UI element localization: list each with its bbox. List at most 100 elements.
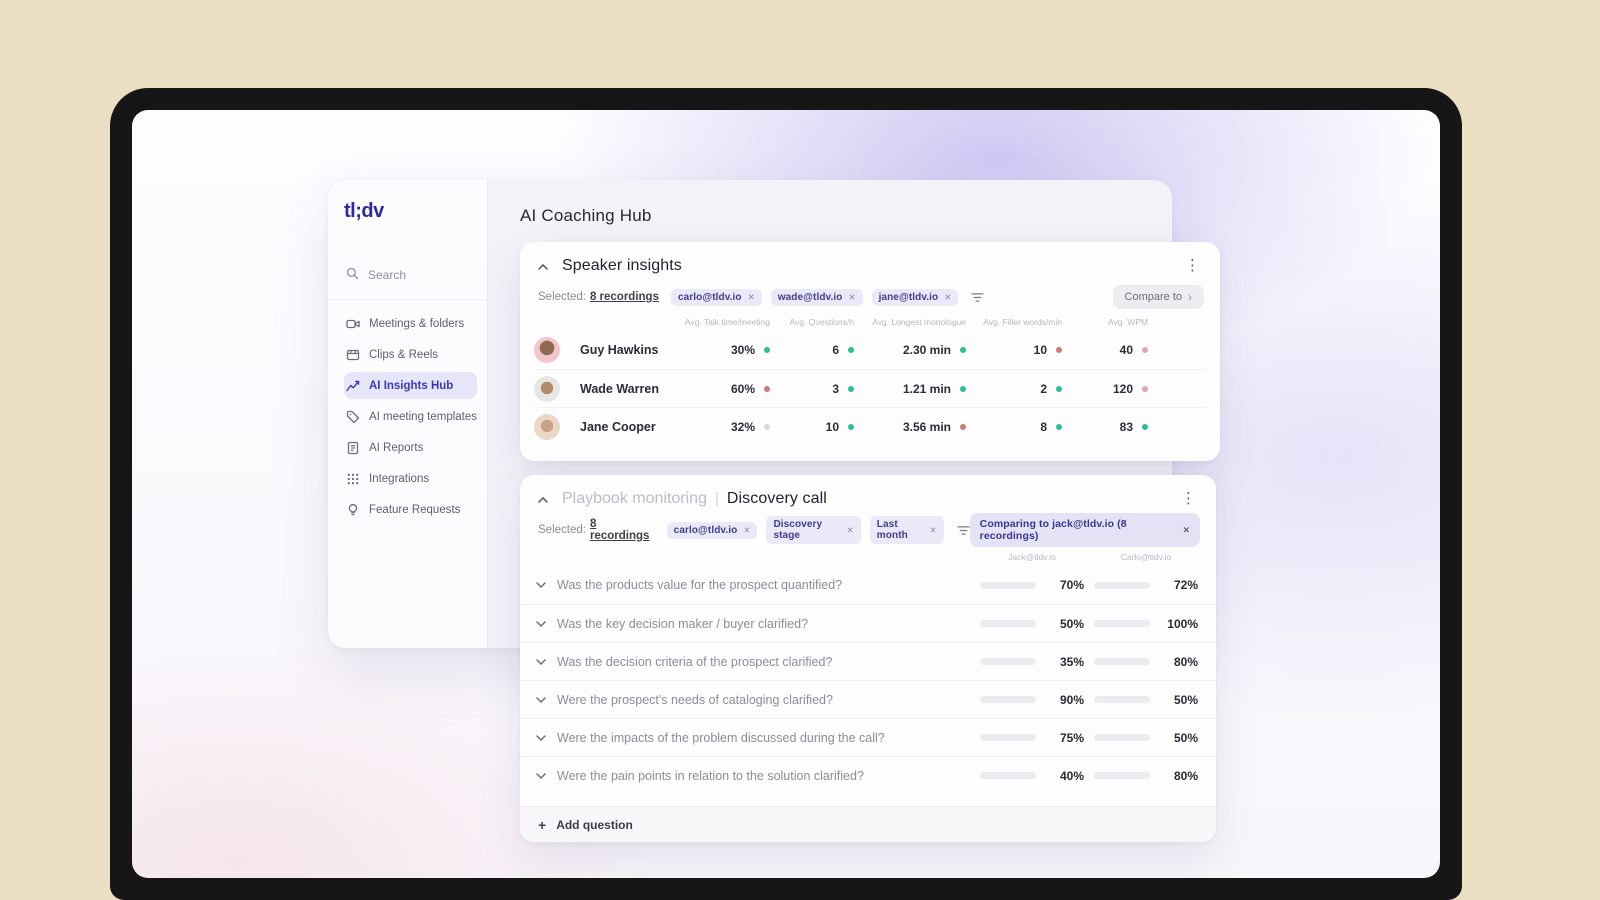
status-dot-pink: [1142, 385, 1148, 392]
progress-bar-group: 35%: [980, 655, 1084, 669]
progress-bar-group: 40%: [980, 769, 1084, 783]
add-question-button[interactable]: + Add question: [520, 806, 1216, 842]
progress-percent: 50%: [1173, 692, 1198, 707]
selected-label: Selected:: [538, 291, 586, 303]
filter-chip-carlo-tldv-io[interactable]: carlo@tldv.io ✕: [666, 521, 758, 539]
metric-value: 120: [1112, 381, 1133, 396]
close-icon[interactable]: ✕: [944, 292, 951, 303]
progress-bar-group: 80%: [1094, 655, 1198, 669]
chevron-down-icon[interactable]: [536, 620, 546, 627]
metric-value: 32%: [730, 419, 755, 434]
sidebar-item-ai-insights-hub[interactable]: AI Insights Hub: [344, 372, 477, 399]
speaker-chips: carlo@tldv.io ✕ wade@tldv.io ✕ jane@tldv.io ✕: [670, 288, 967, 306]
table-row-jane-cooper[interactable]: Jane Cooper 32% 10 3.56 min 8 83: [534, 407, 1206, 445]
chevron-down-icon[interactable]: [536, 696, 546, 703]
close-icon[interactable]: ✕: [748, 292, 755, 303]
progress-percent: 80%: [1173, 654, 1198, 669]
progress-track: [980, 696, 1036, 703]
filter-chip-wade-tldv-io[interactable]: wade@tldv.io ✕: [770, 288, 863, 306]
question-row[interactable]: Was the key decision maker / buyer clari…: [520, 604, 1216, 642]
table-row-guy-hawkins[interactable]: Guy Hawkins 30% 6 2.30 min 10 40: [534, 331, 1206, 369]
filter-icon[interactable]: [956, 525, 970, 536]
metric-value: 2.30 min: [902, 343, 951, 357]
sidebar-item-integrations[interactable]: Integrations: [344, 465, 477, 492]
sidebar-item-clips-reels[interactable]: Clips & Reels: [344, 341, 477, 368]
collapse-button[interactable]: [538, 257, 548, 275]
filter-chip-jane-tldv-io[interactable]: jane@tldv.io ✕: [871, 288, 959, 306]
progress-track: [980, 734, 1036, 741]
chevron-up-icon: [538, 490, 548, 508]
question-text: Was the key decision maker / buyer clari…: [557, 616, 809, 631]
status-dot-green: [1142, 423, 1148, 430]
question-row[interactable]: Were the prospect's needs of cataloging …: [520, 680, 1216, 718]
sidebar-item-meetings-folders[interactable]: Meetings & folders: [344, 310, 477, 337]
bulb-icon: [346, 503, 360, 517]
selected-count-link[interactable]: 8 recordings: [590, 518, 655, 542]
close-icon[interactable]: ✕: [743, 525, 750, 536]
chip-label: carlo@tldv.io: [673, 524, 738, 536]
chart-icon: [346, 379, 360, 393]
search-icon: [346, 267, 359, 283]
search-button[interactable]: Search: [346, 267, 477, 283]
close-icon[interactable]: ✕: [848, 292, 855, 303]
comparison-column-header: Jack@tldv.io: [1008, 552, 1056, 562]
filter-chip-last-month[interactable]: Last month ✕: [869, 516, 944, 544]
sidebar-item-ai-meeting-templates[interactable]: AI meeting templates: [344, 403, 477, 430]
speaker-filter-row: Selected: 8 recordings carlo@tldv.io ✕ wad…: [520, 283, 1220, 309]
filter-chip-carlo-tldv-io[interactable]: carlo@tldv.io ✕: [670, 288, 762, 306]
more-options-button[interactable]: ⋮: [1177, 489, 1200, 508]
question-text: Were the impacts of the problem discusse…: [557, 730, 885, 745]
metric-value: 10: [825, 419, 839, 434]
progress-percent: 70%: [1059, 578, 1084, 592]
chevron-down-icon[interactable]: [536, 734, 546, 741]
metric-value: 3: [832, 381, 839, 396]
question-row[interactable]: Was the decision criteria of the prospec…: [520, 642, 1216, 680]
progress-track: [980, 581, 1036, 589]
speaker-name: Jane Cooper: [580, 419, 656, 434]
table-row-wade-warren[interactable]: Wade Warren 60% 3 1.21 min 2 120: [534, 369, 1206, 407]
close-icon[interactable]: ✕: [847, 525, 854, 536]
sidebar-item-feature-requests[interactable]: Feature Requests: [344, 496, 477, 523]
sidebar-item-ai-reports[interactable]: AI Reports: [344, 434, 477, 461]
progress-track: [980, 620, 1036, 627]
collapse-button[interactable]: [538, 490, 548, 508]
more-options-button[interactable]: ⋮: [1181, 256, 1204, 275]
chip-label: jane@tldv.io: [878, 291, 939, 303]
progress-percent: 35%: [1059, 654, 1084, 669]
metric-value: 3.56 min: [902, 419, 951, 434]
progress-percent: 90%: [1059, 692, 1084, 707]
progress-track: [980, 658, 1036, 665]
desktop-background: tl;dv Search Meetings & folders Clips & R…: [0, 0, 1600, 900]
speaker-insights-card: Speaker insights ⋮ Selected: 8 recording…: [520, 242, 1220, 461]
compare-to-button[interactable]: Compare to ›: [1112, 285, 1204, 309]
sidebar-item-label: Integrations: [369, 472, 430, 485]
metric-cell: 83: [1062, 420, 1148, 434]
progress-percent: 75%: [1059, 730, 1084, 745]
page-title: AI Coaching Hub: [520, 206, 652, 225]
progress-bar-group: 50%: [1094, 731, 1198, 745]
progress-bar-group: 100%: [1094, 617, 1198, 631]
speaker-name: Guy Hawkins: [580, 343, 659, 357]
question-row[interactable]: Were the impacts of the problem discusse…: [520, 718, 1216, 756]
selected-count-link[interactable]: 8 recordings: [590, 291, 659, 303]
metric-cell: 3.56 min: [854, 420, 966, 434]
tldv-logo: tl;dv: [344, 200, 384, 222]
video-icon: [346, 317, 360, 331]
progress-track: [1094, 581, 1150, 589]
close-icon[interactable]: ✕: [1182, 525, 1190, 536]
chevron-down-icon[interactable]: [536, 658, 546, 665]
close-icon[interactable]: ✕: [930, 525, 937, 536]
playbook-chips: carlo@tldv.io ✕ Discovery stage ✕ Last month…: [666, 516, 953, 544]
speaker-card-title: Speaker insights: [562, 256, 682, 274]
question-list: Was the products value for the prospect …: [520, 566, 1216, 794]
filter-chip-discovery-stage[interactable]: Discovery stage ✕: [766, 516, 861, 544]
filter-icon[interactable]: [971, 292, 985, 303]
question-row[interactable]: Were the pain points in relation to the …: [520, 756, 1216, 794]
progress-track: [1094, 734, 1150, 741]
column-header: Avg. Filler words/min: [983, 317, 1062, 327]
question-row[interactable]: Was the products value for the prospect …: [520, 566, 1216, 604]
avatar: [534, 413, 560, 440]
progress-track: [980, 772, 1036, 779]
chevron-down-icon[interactable]: [536, 582, 546, 588]
chevron-down-icon[interactable]: [536, 772, 546, 779]
